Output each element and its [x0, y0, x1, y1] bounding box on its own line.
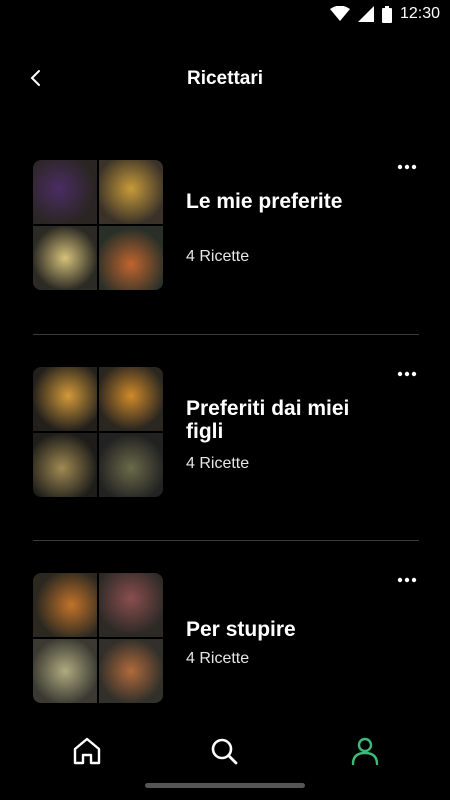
battery-icon [381, 5, 392, 23]
recipe-thumbnail [33, 367, 97, 431]
collection-name: Preferiti dai miei figli [186, 397, 350, 443]
collection-name: Per stupire [186, 618, 296, 641]
home-icon[interactable] [71, 735, 103, 767]
status-bar: 12:30 [0, 0, 450, 30]
collection-count: 4 Ricette [186, 455, 250, 472]
wifi-icon [329, 6, 350, 21]
cellular-icon [357, 6, 374, 22]
more-options-icon[interactable] [396, 162, 418, 172]
collection-name: Le mie preferite [186, 190, 343, 213]
collection-count: 4 Ricette [186, 248, 250, 265]
collection-thumbnail-grid [33, 367, 163, 497]
bottom-navigation [0, 725, 450, 785]
collection-thumbnail-grid [33, 573, 163, 703]
collection-card[interactable]: Per stupire 4 Ricette [0, 573, 450, 723]
recipe-thumbnail [33, 433, 97, 497]
more-options-icon[interactable] [396, 369, 418, 379]
page-title: Ricettari [186, 68, 264, 89]
recipe-thumbnail [33, 573, 97, 637]
collection-card[interactable]: Le mie preferite 4 Ricette [0, 160, 450, 310]
collection-count: 4 Ricette [186, 650, 250, 667]
more-options-icon[interactable] [396, 575, 418, 585]
recipe-thumbnail [33, 160, 97, 224]
recipe-thumbnail [99, 573, 163, 637]
collection-thumbnail-grid [33, 160, 163, 290]
recipe-thumbnail [99, 639, 163, 703]
status-icons: 12:30 [329, 5, 440, 23]
app-header: Ricettari [0, 56, 450, 100]
profile-icon[interactable] [349, 735, 381, 767]
recipe-thumbnail [99, 367, 163, 431]
divider [33, 540, 419, 541]
recipe-thumbnail [99, 160, 163, 224]
home-indicator [145, 783, 305, 788]
search-icon[interactable] [208, 735, 240, 767]
recipe-thumbnail [33, 226, 97, 290]
status-time: 12:30 [399, 5, 440, 22]
recipe-thumbnail [33, 639, 97, 703]
collection-card[interactable]: Preferiti dai miei figli 4 Ricette [0, 367, 450, 517]
recipe-thumbnail [99, 433, 163, 497]
divider [33, 334, 419, 335]
recipe-thumbnail [99, 226, 163, 290]
